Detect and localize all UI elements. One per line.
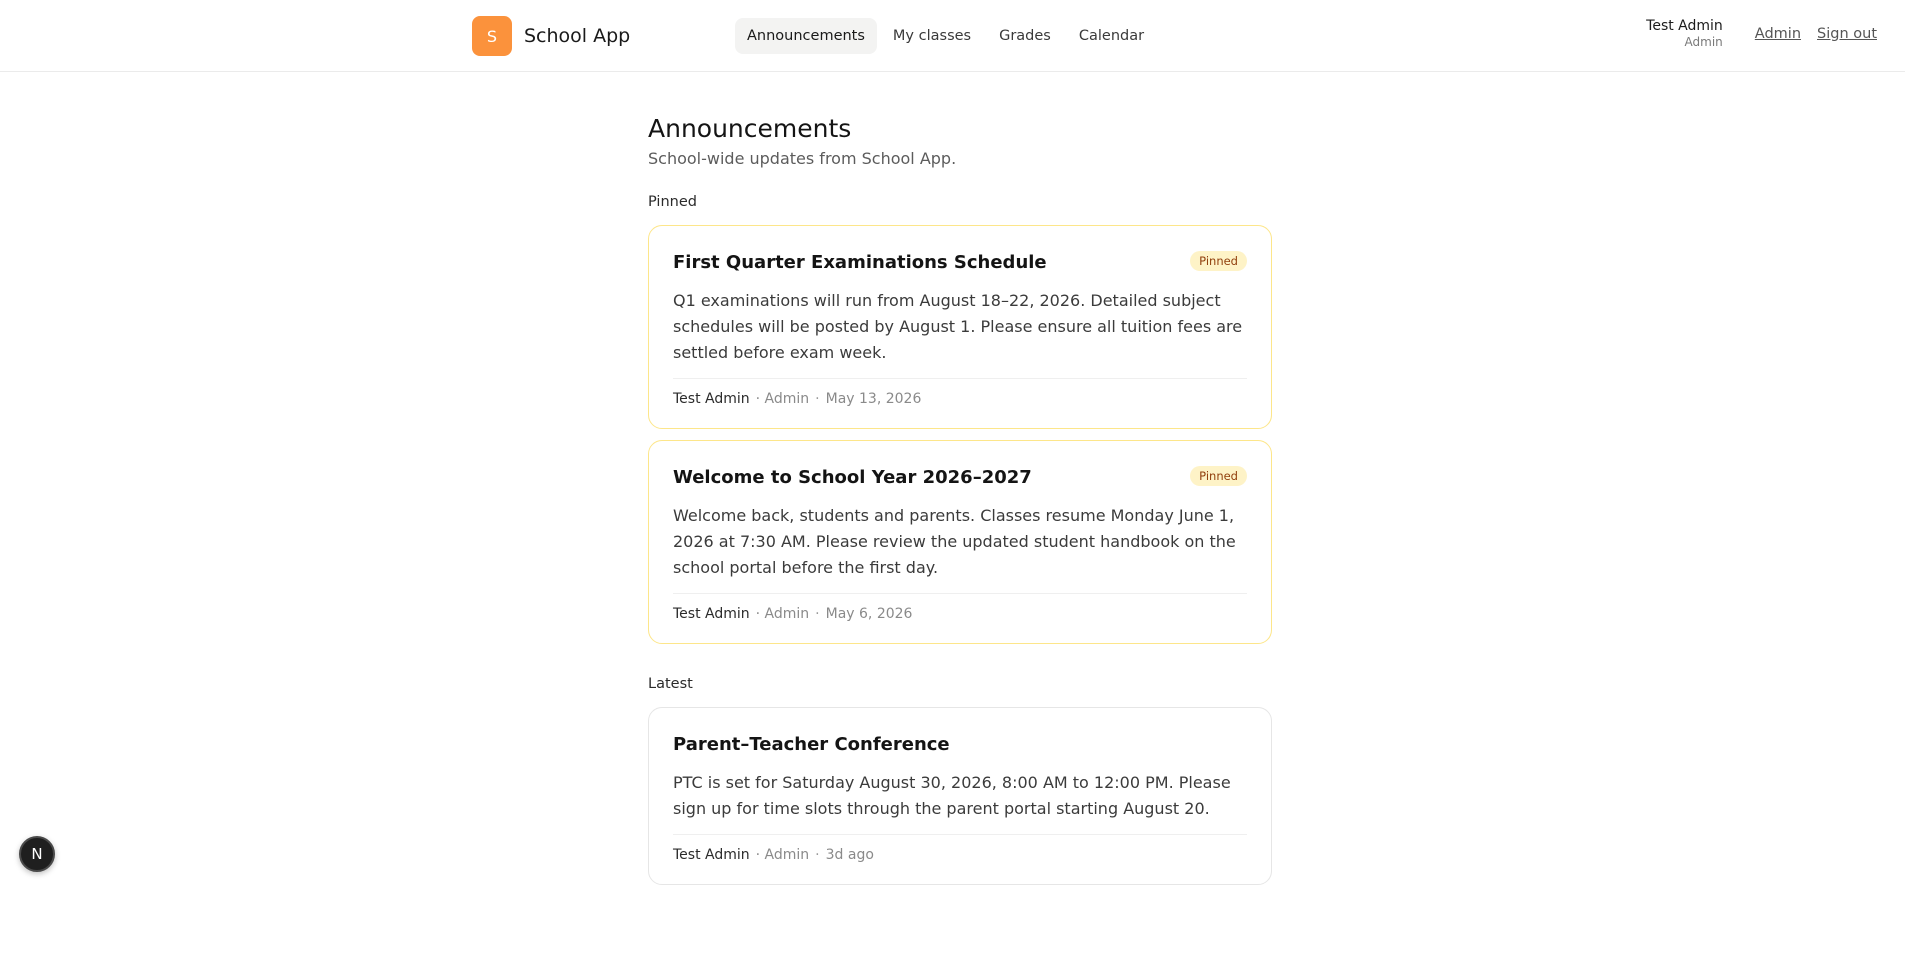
announcement-card[interactable]: Welcome to School Year 2026–2027 Pinned …: [648, 440, 1272, 644]
user-role: Admin: [1684, 35, 1723, 49]
announcement-author: Test Admin: [673, 605, 750, 622]
announcement-card[interactable]: First Quarter Examinations Schedule Pinn…: [648, 225, 1272, 429]
meta-separator: ·: [815, 390, 820, 407]
announcement-title: Welcome to School Year 2026–2027: [673, 467, 1032, 488]
announcements-page: Announcements School-wide updates from S…: [648, 112, 1272, 896]
announcement-date: May 6, 2026: [825, 605, 913, 622]
user-menu: Test Admin Admin Admin Sign out: [1484, 18, 1905, 49]
announcement-author-role: · Admin: [755, 605, 810, 622]
meta-separator: ·: [815, 846, 820, 863]
latest-announcements: Parent–Teacher Conference PTC is set for…: [648, 707, 1272, 885]
brand-logo: S: [472, 16, 512, 56]
pinned-announcements: First Quarter Examinations Schedule Pinn…: [648, 225, 1272, 644]
top-navbar: S School App Announcements My classes Gr…: [0, 0, 1905, 72]
announcement-date: May 13, 2026: [825, 390, 922, 407]
nav-grades[interactable]: Grades: [987, 18, 1063, 54]
dev-tools-badge[interactable]: N: [19, 836, 55, 872]
announcement-meta: Test Admin · Admin · May 13, 2026: [673, 378, 1247, 418]
announcement-author: Test Admin: [673, 846, 750, 863]
user-info: Test Admin Admin: [1646, 18, 1723, 49]
meta-separator: ·: [815, 605, 820, 622]
announcement-meta: Test Admin · Admin · 3d ago: [673, 834, 1247, 874]
announcement-body: Q1 examinations will run from August 18–…: [673, 291, 1243, 362]
admin-link[interactable]: Admin: [1755, 26, 1801, 42]
section-label-latest: Latest: [648, 676, 693, 692]
announcement-body: PTC is set for Saturday August 30, 2026,…: [673, 773, 1231, 818]
section-label-pinned: Pinned: [648, 194, 697, 210]
page-subtitle: School-wide updates from School App.: [648, 149, 957, 168]
pinned-badge: Pinned: [1190, 251, 1247, 271]
nav-my-classes[interactable]: My classes: [881, 18, 983, 54]
nav-calendar[interactable]: Calendar: [1067, 18, 1156, 54]
announcement-body: Welcome back, students and parents. Clas…: [673, 506, 1236, 577]
announcement-title: First Quarter Examinations Schedule: [673, 252, 1047, 273]
user-name: Test Admin: [1646, 18, 1723, 34]
nav-announcements[interactable]: Announcements: [735, 18, 877, 54]
announcement-author: Test Admin: [673, 390, 750, 407]
announcement-author-role: · Admin: [755, 846, 810, 863]
pinned-badge: Pinned: [1190, 466, 1247, 486]
sign-out-link[interactable]: Sign out: [1817, 26, 1877, 42]
brand-name: School App: [524, 25, 631, 47]
brand[interactable]: S School App: [472, 16, 630, 56]
announcement-meta: Test Admin · Admin · May 6, 2026: [673, 593, 1247, 633]
announcement-author-role: · Admin: [755, 390, 810, 407]
page-title: Announcements: [648, 114, 852, 143]
announcement-date: 3d ago: [825, 846, 874, 863]
announcement-title: Parent–Teacher Conference: [673, 734, 950, 755]
announcement-card[interactable]: Parent–Teacher Conference PTC is set for…: [648, 707, 1272, 885]
main-nav: Announcements My classes Grades Calendar: [735, 18, 1160, 54]
